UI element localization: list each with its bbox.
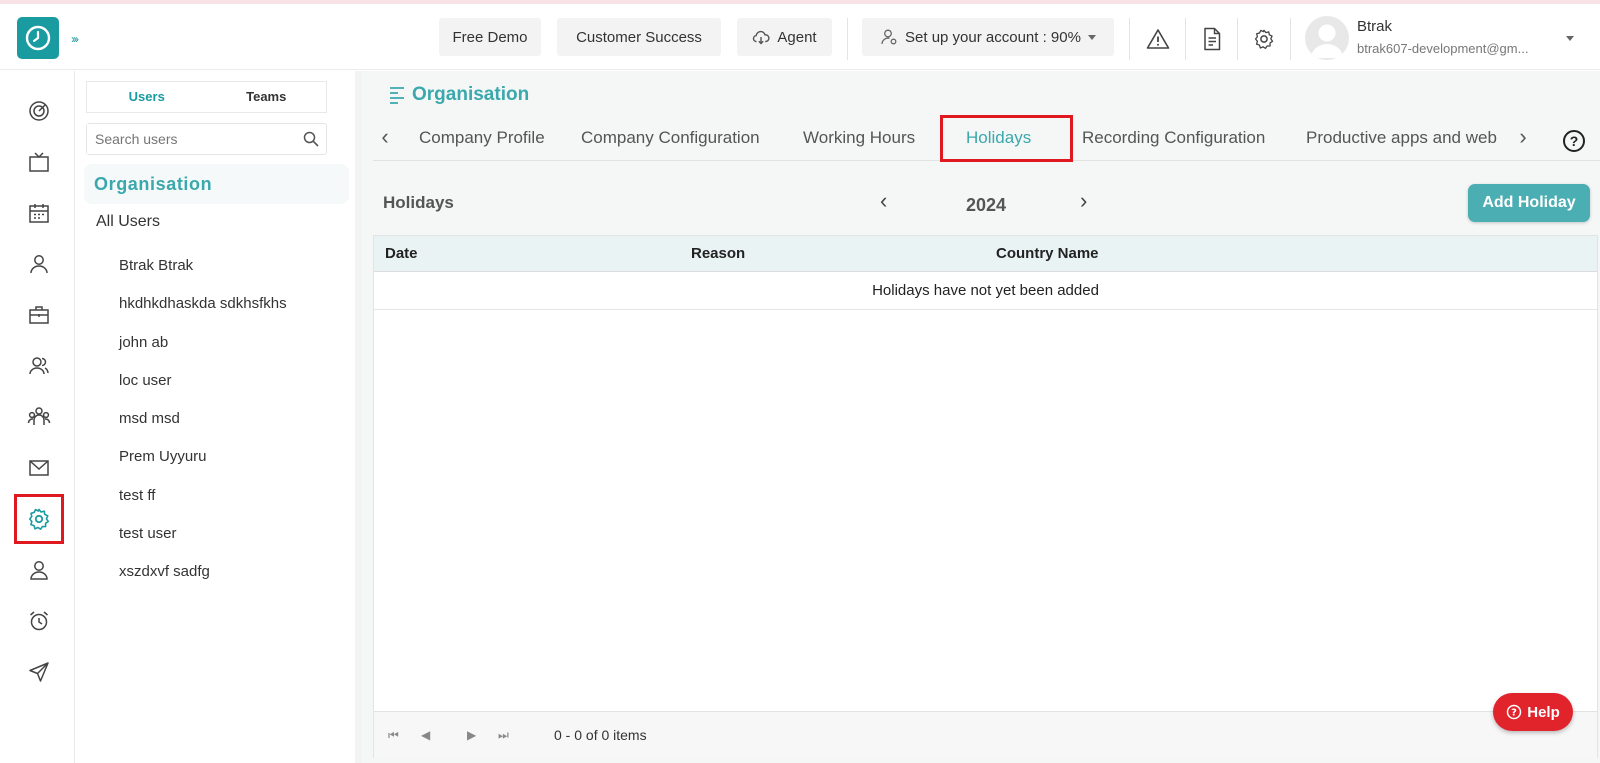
- list-item[interactable]: john ab: [119, 324, 287, 362]
- nav-settings-icon[interactable]: [14, 494, 64, 544]
- page-title: Organisation: [388, 84, 529, 106]
- agent-label: Agent: [777, 28, 817, 46]
- previous-year-chevron-icon[interactable]: ‹: [880, 188, 887, 214]
- last-page-icon[interactable]: ⏭: [498, 728, 509, 743]
- list-item[interactable]: xszdxvf sadfg: [119, 553, 287, 591]
- page-title-text: Organisation: [412, 84, 530, 105]
- free-demo-button[interactable]: Free Demo: [439, 18, 541, 56]
- list-item[interactable]: test ff: [119, 477, 287, 515]
- organisation-heading[interactable]: Organisation: [84, 164, 349, 204]
- top-header: ››› Free Demo Customer Success Agent Set…: [0, 4, 1600, 70]
- help-question-icon[interactable]: ?: [1563, 130, 1585, 152]
- free-demo-label: Free Demo: [452, 28, 528, 46]
- gear-icon[interactable]: [1251, 26, 1277, 52]
- customer-success-button[interactable]: Customer Success: [557, 18, 721, 56]
- nav-users-icon[interactable]: [14, 341, 64, 391]
- header-divider: [847, 18, 848, 60]
- tab-scroll-right-chevron-icon[interactable]: ›: [1503, 126, 1543, 150]
- tab-users[interactable]: Users: [87, 82, 207, 112]
- header-divider: [1185, 18, 1186, 60]
- tab-scroll-left-chevron-icon[interactable]: ‹: [375, 126, 395, 150]
- document-icon[interactable]: [1199, 26, 1225, 52]
- expand-sidebar-icon[interactable]: ›››: [63, 28, 85, 50]
- pager-info: 0 - 0 of 0 items: [554, 727, 647, 743]
- search-input[interactable]: [87, 124, 287, 154]
- list-item[interactable]: msd msd: [119, 400, 287, 438]
- nav-briefcase-icon[interactable]: [14, 290, 64, 340]
- nav-send-icon[interactable]: [14, 647, 64, 697]
- add-holiday-button[interactable]: Add Holiday: [1468, 184, 1590, 222]
- grid-header: Date Reason Country Name: [374, 236, 1597, 272]
- menu-lines-icon: [390, 87, 404, 104]
- list-item[interactable]: loc user: [119, 362, 287, 400]
- header-divider: [1129, 18, 1130, 60]
- tab-recording-configuration[interactable]: Recording Configuration: [1082, 128, 1265, 148]
- nav-profile-icon[interactable]: [14, 545, 64, 595]
- tab-teams[interactable]: Teams: [207, 82, 327, 112]
- help-circle-icon: ?: [1506, 704, 1522, 720]
- help-button[interactable]: ? Help: [1493, 693, 1573, 731]
- holidays-grid: Date Reason Country Name Holidays have n…: [373, 235, 1598, 758]
- agent-button[interactable]: Agent: [737, 18, 832, 56]
- empty-message: Holidays have not yet been added: [374, 272, 1597, 310]
- column-header-country[interactable]: Country Name: [996, 245, 1099, 262]
- nav-mail-icon[interactable]: [14, 443, 64, 493]
- column-header-date[interactable]: Date: [385, 245, 418, 262]
- left-nav-rail: [0, 71, 75, 763]
- caret-down-icon: [1087, 34, 1096, 40]
- app-logo[interactable]: [17, 17, 59, 59]
- cloud-download-icon: [753, 30, 770, 45]
- help-label: Help: [1527, 703, 1560, 721]
- tab-working-hours[interactable]: Working Hours: [803, 128, 915, 148]
- users-teams-tabs: Users Teams: [86, 81, 327, 113]
- nav-user-icon[interactable]: [14, 239, 64, 289]
- nav-team-icon[interactable]: [14, 392, 64, 442]
- customer-success-label: Customer Success: [576, 28, 702, 46]
- search-users-box: [86, 123, 327, 155]
- user-name[interactable]: Btrak: [1357, 18, 1392, 35]
- setup-account-dropdown[interactable]: Set up your account : 90%: [862, 18, 1114, 56]
- column-header-reason[interactable]: Reason: [691, 245, 745, 262]
- section-title: Holidays: [383, 193, 454, 212]
- nav-calendar-icon[interactable]: [14, 188, 64, 238]
- list-item[interactable]: test user: [119, 515, 287, 553]
- nav-dashboard-icon[interactable]: [14, 86, 64, 136]
- all-users-item[interactable]: All Users: [96, 213, 160, 231]
- avatar[interactable]: [1305, 16, 1349, 60]
- setup-account-label: Set up your account : 90%: [905, 28, 1081, 46]
- tab-productive-apps[interactable]: Productive apps and web: [1306, 128, 1502, 148]
- nav-tv-icon[interactable]: [14, 137, 64, 187]
- list-item[interactable]: Prem Uyyuru: [119, 438, 287, 476]
- header-divider: [1237, 18, 1238, 60]
- user-settings-icon: [881, 29, 897, 45]
- year-value: 2024: [966, 195, 1007, 215]
- previous-page-icon[interactable]: ◀: [421, 728, 430, 742]
- header-divider: [1290, 18, 1291, 60]
- user-email: btrak607-development@gm...: [1357, 41, 1529, 56]
- grid-pager: ⏮ ◀ ▶ ⏭ 0 - 0 of 0 items: [374, 711, 1597, 758]
- list-item[interactable]: Btrak Btrak: [119, 247, 287, 285]
- first-page-icon[interactable]: ⏮: [388, 728, 399, 743]
- next-year-chevron-icon[interactable]: ›: [1080, 188, 1087, 214]
- warning-icon[interactable]: [1145, 26, 1171, 52]
- user-menu-chevron-down-icon[interactable]: [1566, 36, 1574, 41]
- holidays-tab-highlight: [940, 115, 1073, 162]
- list-item[interactable]: hkdhkdhaskda sdkhsfkhs: [119, 285, 287, 323]
- next-page-icon[interactable]: ▶: [467, 728, 476, 742]
- svg-text:?: ?: [1511, 708, 1517, 719]
- tab-company-configuration[interactable]: Company Configuration: [581, 128, 760, 148]
- search-icon[interactable]: [302, 130, 320, 153]
- year-navigator: ‹ 2024 ›: [880, 188, 1090, 220]
- user-list: Btrak Btrak hkdhkdhaskda sdkhsfkhs john …: [119, 247, 287, 592]
- tab-company-profile[interactable]: Company Profile: [419, 128, 545, 148]
- nav-alarm-icon[interactable]: [14, 596, 64, 646]
- users-panel: Users Teams Organisation All Users Btrak…: [76, 71, 362, 763]
